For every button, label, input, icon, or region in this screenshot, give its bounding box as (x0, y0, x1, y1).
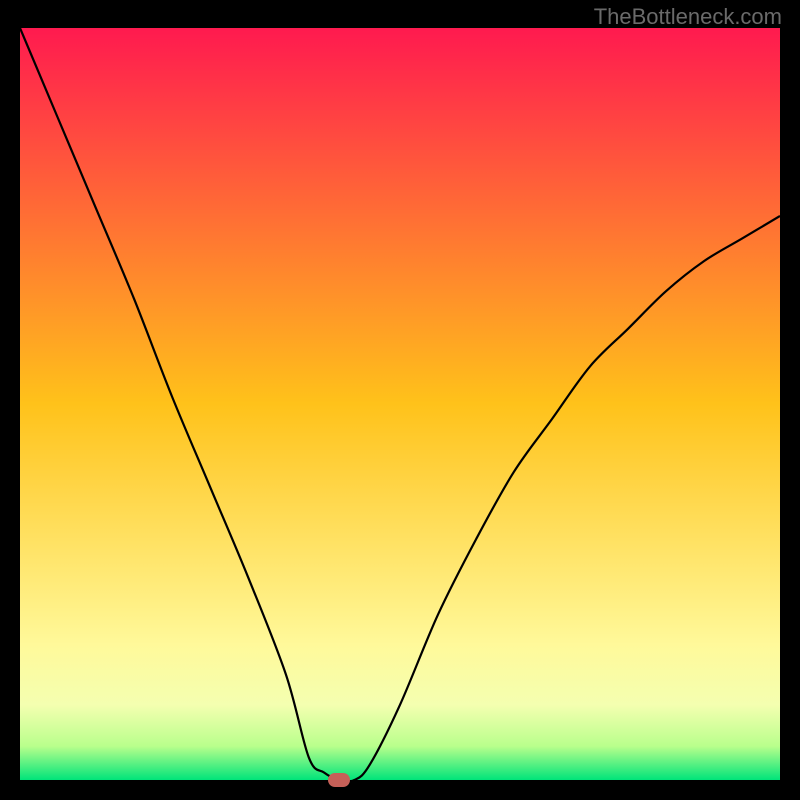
bottleneck-curve (20, 28, 780, 780)
plot-area (20, 28, 780, 780)
optimal-marker-icon (328, 773, 350, 787)
watermark-text: TheBottleneck.com (594, 4, 782, 30)
curve-layer (20, 28, 780, 780)
plot-frame (20, 28, 780, 780)
